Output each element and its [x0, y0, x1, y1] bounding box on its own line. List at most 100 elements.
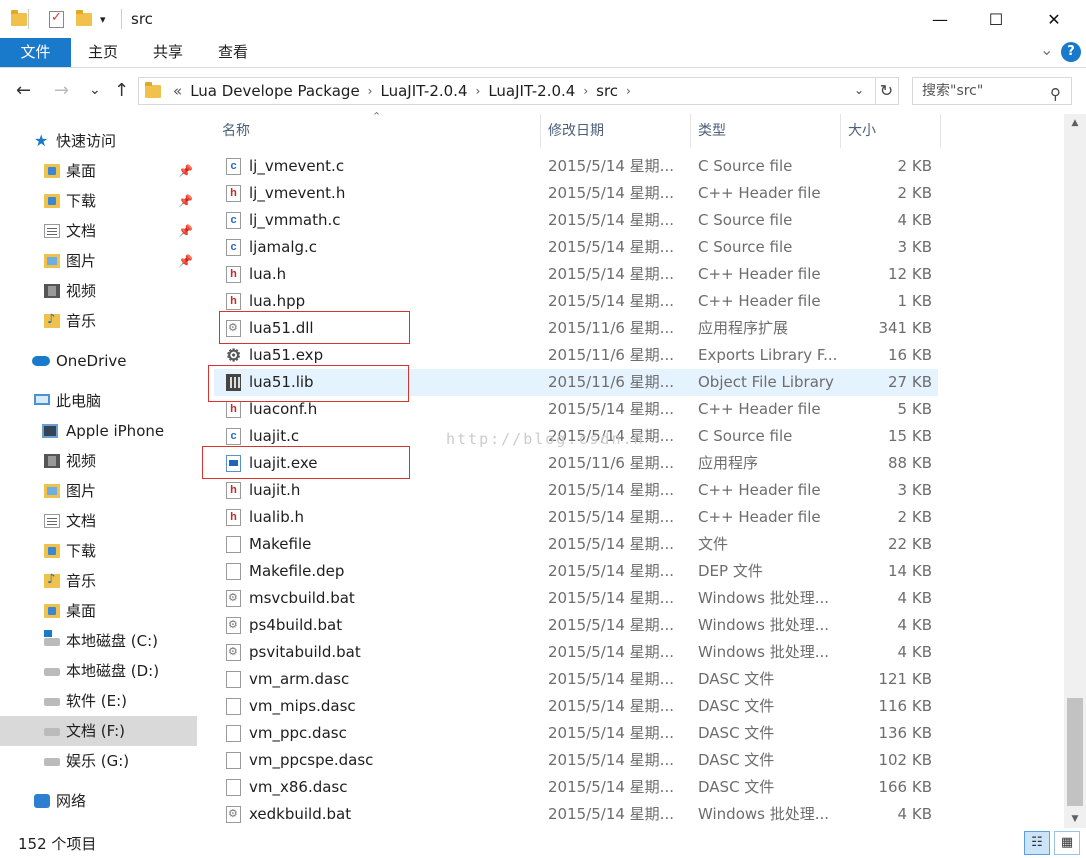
back-button[interactable]: ← — [16, 80, 31, 101]
pin-icon[interactable]: 📌 — [178, 246, 193, 276]
sidebar-item-drive-d[interactable]: 本地磁盘 (D:) — [0, 656, 197, 686]
pin-icon[interactable]: 📌 — [178, 156, 193, 186]
file-date: 2015/5/14 星期... — [548, 265, 674, 283]
help-icon[interactable]: ? — [1061, 42, 1081, 62]
tab-file[interactable]: 文件 — [0, 38, 71, 67]
customize-toolbar-icon[interactable]: ▾ — [100, 9, 106, 29]
sidebar-item-downloads[interactable]: 下载 📌 — [0, 186, 197, 216]
address-dropdown-icon[interactable]: ⌄ — [854, 83, 864, 97]
refresh-button[interactable]: ↻ — [875, 77, 899, 105]
column-header-name[interactable]: 名称 — [214, 114, 540, 148]
maximize-button[interactable]: ☐ — [967, 0, 1025, 38]
breadcrumb-overflow[interactable]: « — [173, 82, 182, 100]
file-row[interactable]: h lua.h 2015/5/14 星期... C++ Header file 12 K… — [214, 261, 938, 288]
search-icon[interactable]: ⚲ — [1050, 81, 1061, 107]
forward-button[interactable]: → — [54, 80, 69, 101]
vertical-scrollbar[interactable]: ▲ ▼ — [1064, 114, 1086, 828]
folder-icon — [145, 82, 161, 100]
sidebar-item-documents[interactable]: 文档 📌 — [0, 216, 197, 246]
file-name: vm_arm.dasc — [249, 670, 350, 688]
file-row[interactable]: Makefile.dep 2015/5/14 星期... DEP 文件 14 KB — [214, 558, 938, 585]
minimize-button[interactable]: — — [911, 0, 969, 38]
breadcrumb-item[interactable]: Lua Develope Package — [190, 82, 359, 100]
file-date: 2015/11/6 星期... — [548, 373, 674, 391]
search-placeholder: 搜索"src" — [922, 83, 984, 99]
sidebar-item-drive-g[interactable]: 娱乐 (G:) — [0, 746, 197, 776]
breadcrumb-item[interactable]: LuaJIT-2.0.4 — [488, 82, 575, 100]
sidebar-item-documents[interactable]: 文档 — [0, 506, 197, 536]
sidebar-item-pictures[interactable]: 图片 📌 — [0, 246, 197, 276]
sidebar-item-desktop[interactable]: 桌面 📌 — [0, 156, 197, 186]
pictures-folder-icon — [44, 484, 60, 498]
chevron-down-icon[interactable]: ⌄ — [1040, 40, 1053, 59]
recent-locations-button[interactable]: ⌄ — [89, 82, 101, 98]
column-header-date[interactable]: 修改日期 — [540, 114, 690, 148]
file-row[interactable]: vm_mips.dasc 2015/5/14 星期... DASC 文件 116 KB — [214, 693, 938, 720]
scrollbar-thumb[interactable] — [1067, 698, 1083, 806]
file-row[interactable]: c ljamalg.c 2015/5/14 星期... C Source file 3 … — [214, 234, 938, 261]
sidebar-item-music[interactable]: 音乐 — [0, 565, 197, 596]
documents-folder-icon — [44, 224, 60, 238]
column-divider[interactable] — [940, 114, 941, 148]
sidebar-item-this-pc[interactable]: 此电脑 — [0, 386, 197, 416]
header-file-icon: h — [226, 266, 241, 283]
chevron-right-icon[interactable]: › — [583, 84, 588, 98]
new-folder-icon[interactable] — [76, 9, 92, 29]
file-row[interactable]: xedkbuild.bat 2015/5/14 星期... Windows 批处理.… — [214, 801, 938, 828]
file-row[interactable]: vm_ppcspe.dasc 2015/5/14 星期... DASC 文件 102 … — [214, 747, 938, 774]
sidebar-item-pictures[interactable]: 图片 — [0, 476, 197, 506]
scroll-up-icon[interactable]: ▲ — [1064, 114, 1086, 132]
up-button[interactable]: ↑ — [114, 80, 129, 101]
scroll-down-icon[interactable]: ▼ — [1064, 810, 1086, 828]
sidebar-item-videos[interactable]: 视频 — [0, 276, 197, 306]
close-button[interactable]: ✕ — [1025, 0, 1083, 38]
file-row[interactable]: vm_arm.dasc 2015/5/14 星期... DASC 文件 121 KB — [214, 666, 938, 693]
sidebar-item-drive-f[interactable]: 文档 (F:) — [0, 716, 197, 746]
sidebar-item-iphone[interactable]: Apple iPhone — [0, 416, 197, 446]
file-row[interactable]: vm_ppc.dasc 2015/5/14 星期... DASC 文件 136 KB — [214, 720, 938, 747]
sidebar-item-quick-access[interactable]: ★ 快速访问 — [0, 126, 197, 156]
large-icons-view-button[interactable]: ▦ — [1054, 831, 1080, 855]
file-row[interactable]: c lj_vmevent.c 2015/5/14 星期... C Source fil… — [214, 153, 938, 180]
folder-icon[interactable] — [11, 9, 27, 29]
pin-icon[interactable]: 📌 — [178, 216, 193, 246]
file-row[interactable]: vm_x86.dasc 2015/5/14 星期... DASC 文件 166 KB — [214, 774, 938, 801]
sidebar-item-drive-e[interactable]: 软件 (E:) — [0, 686, 197, 716]
file-row[interactable]: ps4build.bat 2015/5/14 星期... Windows 批处理..… — [214, 612, 938, 639]
breadcrumb-item[interactable]: src — [596, 82, 618, 100]
tab-share[interactable]: 共享 — [143, 38, 193, 67]
desktop-folder-icon — [44, 164, 60, 178]
chevron-right-icon[interactable]: › — [476, 84, 481, 98]
chevron-right-icon[interactable]: › — [626, 84, 631, 98]
details-view-button[interactable]: ☷ — [1024, 831, 1050, 855]
file-row[interactable]: h lualib.h 2015/5/14 星期... C++ Header file 2… — [214, 504, 938, 531]
header-file-icon: h — [226, 509, 241, 526]
sidebar-item-downloads[interactable]: 下载 — [0, 536, 197, 566]
exp-file-icon: ⚙ — [226, 346, 242, 365]
sidebar-item-network[interactable]: 网络 — [0, 786, 197, 816]
sidebar-item-onedrive[interactable]: OneDrive — [0, 346, 197, 376]
tab-view[interactable]: 查看 — [208, 38, 258, 67]
tab-home[interactable]: 主页 — [78, 38, 128, 67]
breadcrumb-item[interactable]: LuaJIT-2.0.4 — [380, 82, 467, 100]
search-input[interactable]: 搜索"src" ⚲ — [912, 77, 1072, 105]
file-row[interactable]: psvitabuild.bat 2015/5/14 星期... Windows 批处… — [214, 639, 938, 666]
sidebar-item-music[interactable]: 音乐 — [0, 305, 197, 336]
file-row[interactable]: h lj_vmevent.h 2015/5/14 星期... C++ Header f… — [214, 180, 938, 207]
chevron-right-icon[interactable]: › — [368, 84, 373, 98]
file-row[interactable]: h luajit.h 2015/5/14 星期... C++ Header file 3… — [214, 477, 938, 504]
sidebar-item-drive-c[interactable]: 本地磁盘 (C:) — [0, 626, 197, 656]
music-folder-icon — [44, 565, 60, 595]
sidebar-item-desktop[interactable]: 桌面 — [0, 596, 197, 626]
file-row[interactable]: msvcbuild.bat 2015/5/14 星期... Windows 批处理.… — [214, 585, 938, 612]
videos-folder-icon — [44, 284, 60, 298]
address-bar[interactable]: « Lua Develope Package › LuaJIT-2.0.4 › … — [138, 77, 876, 105]
file-row[interactable]: c lj_vmmath.c 2015/5/14 星期... C Source file… — [214, 207, 938, 234]
column-header-type[interactable]: 类型 — [690, 114, 840, 148]
file-row[interactable]: Makefile 2015/5/14 星期... 文件 22 KB — [214, 531, 938, 558]
sidebar-item-videos[interactable]: 视频 — [0, 446, 197, 476]
column-header-size[interactable]: 大小 — [840, 114, 940, 148]
pin-icon[interactable]: 📌 — [178, 186, 193, 216]
properties-icon[interactable] — [49, 9, 64, 29]
file-size: 116 KB — [878, 697, 932, 715]
